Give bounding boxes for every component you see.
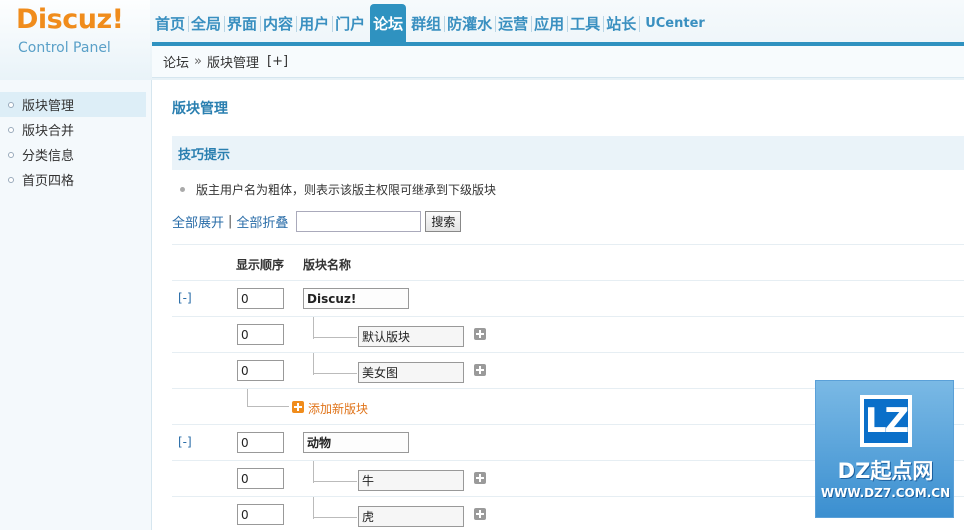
collapse-toggle[interactable]: [-] <box>178 435 192 449</box>
tree-connector <box>313 337 357 338</box>
add-subforum-icon[interactable] <box>474 472 486 484</box>
bullet-icon <box>180 187 185 192</box>
nav-operations[interactable]: 运营 <box>495 4 531 42</box>
display-order-input[interactable] <box>237 432 284 453</box>
tree-connector <box>247 389 248 407</box>
forum-name-input[interactable] <box>303 432 409 453</box>
tree-connector <box>247 406 289 407</box>
tree-connector <box>313 497 314 519</box>
watermark-logo: LZ DZ起点网 WWW.DZ7.COM.CN <box>815 380 954 518</box>
toolbar-divider: | <box>228 213 233 229</box>
breadcrumb: 论坛 » 版块管理 [+] <box>152 46 964 78</box>
display-order-input[interactable] <box>237 360 284 381</box>
tree-connector <box>313 461 314 483</box>
sidebar-item-forum-manage[interactable]: 版块管理 <box>0 92 146 117</box>
nav-interface[interactable]: 界面 <box>224 4 260 42</box>
nav-webmaster[interactable]: 站长 <box>603 4 639 42</box>
bullet-icon <box>8 101 14 108</box>
tree-connector <box>313 317 314 339</box>
watermark-badge: LZ <box>860 395 912 447</box>
column-header-order: 显示顺序 <box>236 258 285 272</box>
top-navigation: 首页 全局 界面 内容 用户 门户 论坛 群组 防灌水 运营 应用 工具 站长 … <box>152 4 711 42</box>
nav-apps[interactable]: 应用 <box>531 4 567 42</box>
sidebar: 版块管理 版块合并 分类信息 首页四格 <box>0 80 152 530</box>
forum-name-input[interactable] <box>358 362 464 383</box>
tree-connector <box>313 481 357 482</box>
add-subforum-icon[interactable] <box>474 328 486 340</box>
header: Discuz! Control Panel 首页 全局 界面 内容 用户 门户 … <box>0 0 964 80</box>
breadcrumb-separator: » <box>194 54 202 69</box>
logo-subtitle: Control Panel <box>18 40 111 56</box>
sidebar-item-label: 首页四格 <box>22 174 75 189</box>
bullet-icon <box>8 151 14 158</box>
nav-forum[interactable]: 论坛 <box>370 4 407 42</box>
forum-name-input[interactable] <box>358 506 464 527</box>
add-subforum-icon[interactable] <box>474 364 486 376</box>
tree-connector <box>313 353 314 375</box>
breadcrumb-section[interactable]: 论坛 <box>163 52 189 71</box>
sidebar-item-label: 版块合并 <box>22 124 75 139</box>
display-order-input[interactable] <box>237 504 284 525</box>
tip-text: 版主用户名为粗体，则表示该版主权限可继承到下级版块 <box>196 183 497 197</box>
table-row <box>172 316 964 352</box>
forum-name-input[interactable] <box>358 470 464 491</box>
expand-all-link[interactable]: 全部展开 <box>172 212 224 231</box>
tip-line: 版主用户名为粗体，则表示该版主权限可继承到下级版块 <box>180 181 496 198</box>
nav-content[interactable]: 内容 <box>260 4 296 42</box>
table-row-group: [-] <box>172 280 964 316</box>
page-title: 版块管理 <box>172 101 228 117</box>
forum-name-input[interactable] <box>358 326 464 347</box>
display-order-input[interactable] <box>237 468 284 489</box>
add-forum-icon[interactable] <box>292 401 304 413</box>
logo[interactable]: Discuz! Control Panel <box>0 0 150 80</box>
tips-title: 技巧提示 <box>178 147 231 163</box>
logo-brand: Discuz! <box>16 4 124 35</box>
sidebar-item-home-grid[interactable]: 首页四格 <box>0 167 146 192</box>
nav-home[interactable]: 首页 <box>152 4 188 42</box>
tree-connector <box>313 517 357 518</box>
nav-ucenter[interactable]: UCenter <box>639 4 711 42</box>
column-header-name: 版块名称 <box>303 258 352 272</box>
nav-groups[interactable]: 群组 <box>408 4 444 42</box>
search-button[interactable]: 搜索 <box>425 210 462 232</box>
tips-panel: 技巧提示 <box>172 136 964 170</box>
add-subforum-icon[interactable] <box>474 508 486 520</box>
add-shortcut-button[interactable]: [+] <box>267 54 288 69</box>
nav-anti-spam[interactable]: 防灌水 <box>444 4 495 42</box>
bullet-icon <box>8 176 14 183</box>
toolbar: 全部展开 | 全部折叠 搜索 <box>172 210 462 232</box>
sidebar-item-forum-merge[interactable]: 版块合并 <box>0 117 146 142</box>
collapse-all-link[interactable]: 全部折叠 <box>236 212 288 231</box>
table-header: 显示顺序 版块名称 <box>172 244 964 280</box>
display-order-input[interactable] <box>237 324 284 345</box>
tree-connector <box>313 373 357 374</box>
watermark-url: WWW.DZ7.COM.CN <box>820 486 951 500</box>
sidebar-item-label: 版块管理 <box>22 99 75 114</box>
add-forum-link[interactable]: 添加新版块 <box>308 400 368 417</box>
watermark-title: DZ起点网 <box>837 459 934 483</box>
collapse-toggle[interactable]: [-] <box>178 291 192 305</box>
nav-tools[interactable]: 工具 <box>567 4 603 42</box>
nav-global[interactable]: 全局 <box>188 4 224 42</box>
nav-portal[interactable]: 门户 <box>332 4 368 42</box>
nav-users[interactable]: 用户 <box>296 4 332 42</box>
search-input[interactable] <box>296 210 422 232</box>
bullet-icon <box>8 126 14 133</box>
sidebar-item-thread-types[interactable]: 分类信息 <box>0 142 146 167</box>
display-order-input[interactable] <box>237 288 284 309</box>
breadcrumb-page: 版块管理 <box>206 56 259 71</box>
sidebar-item-label: 分类信息 <box>22 149 75 164</box>
forum-name-input[interactable] <box>303 288 409 309</box>
